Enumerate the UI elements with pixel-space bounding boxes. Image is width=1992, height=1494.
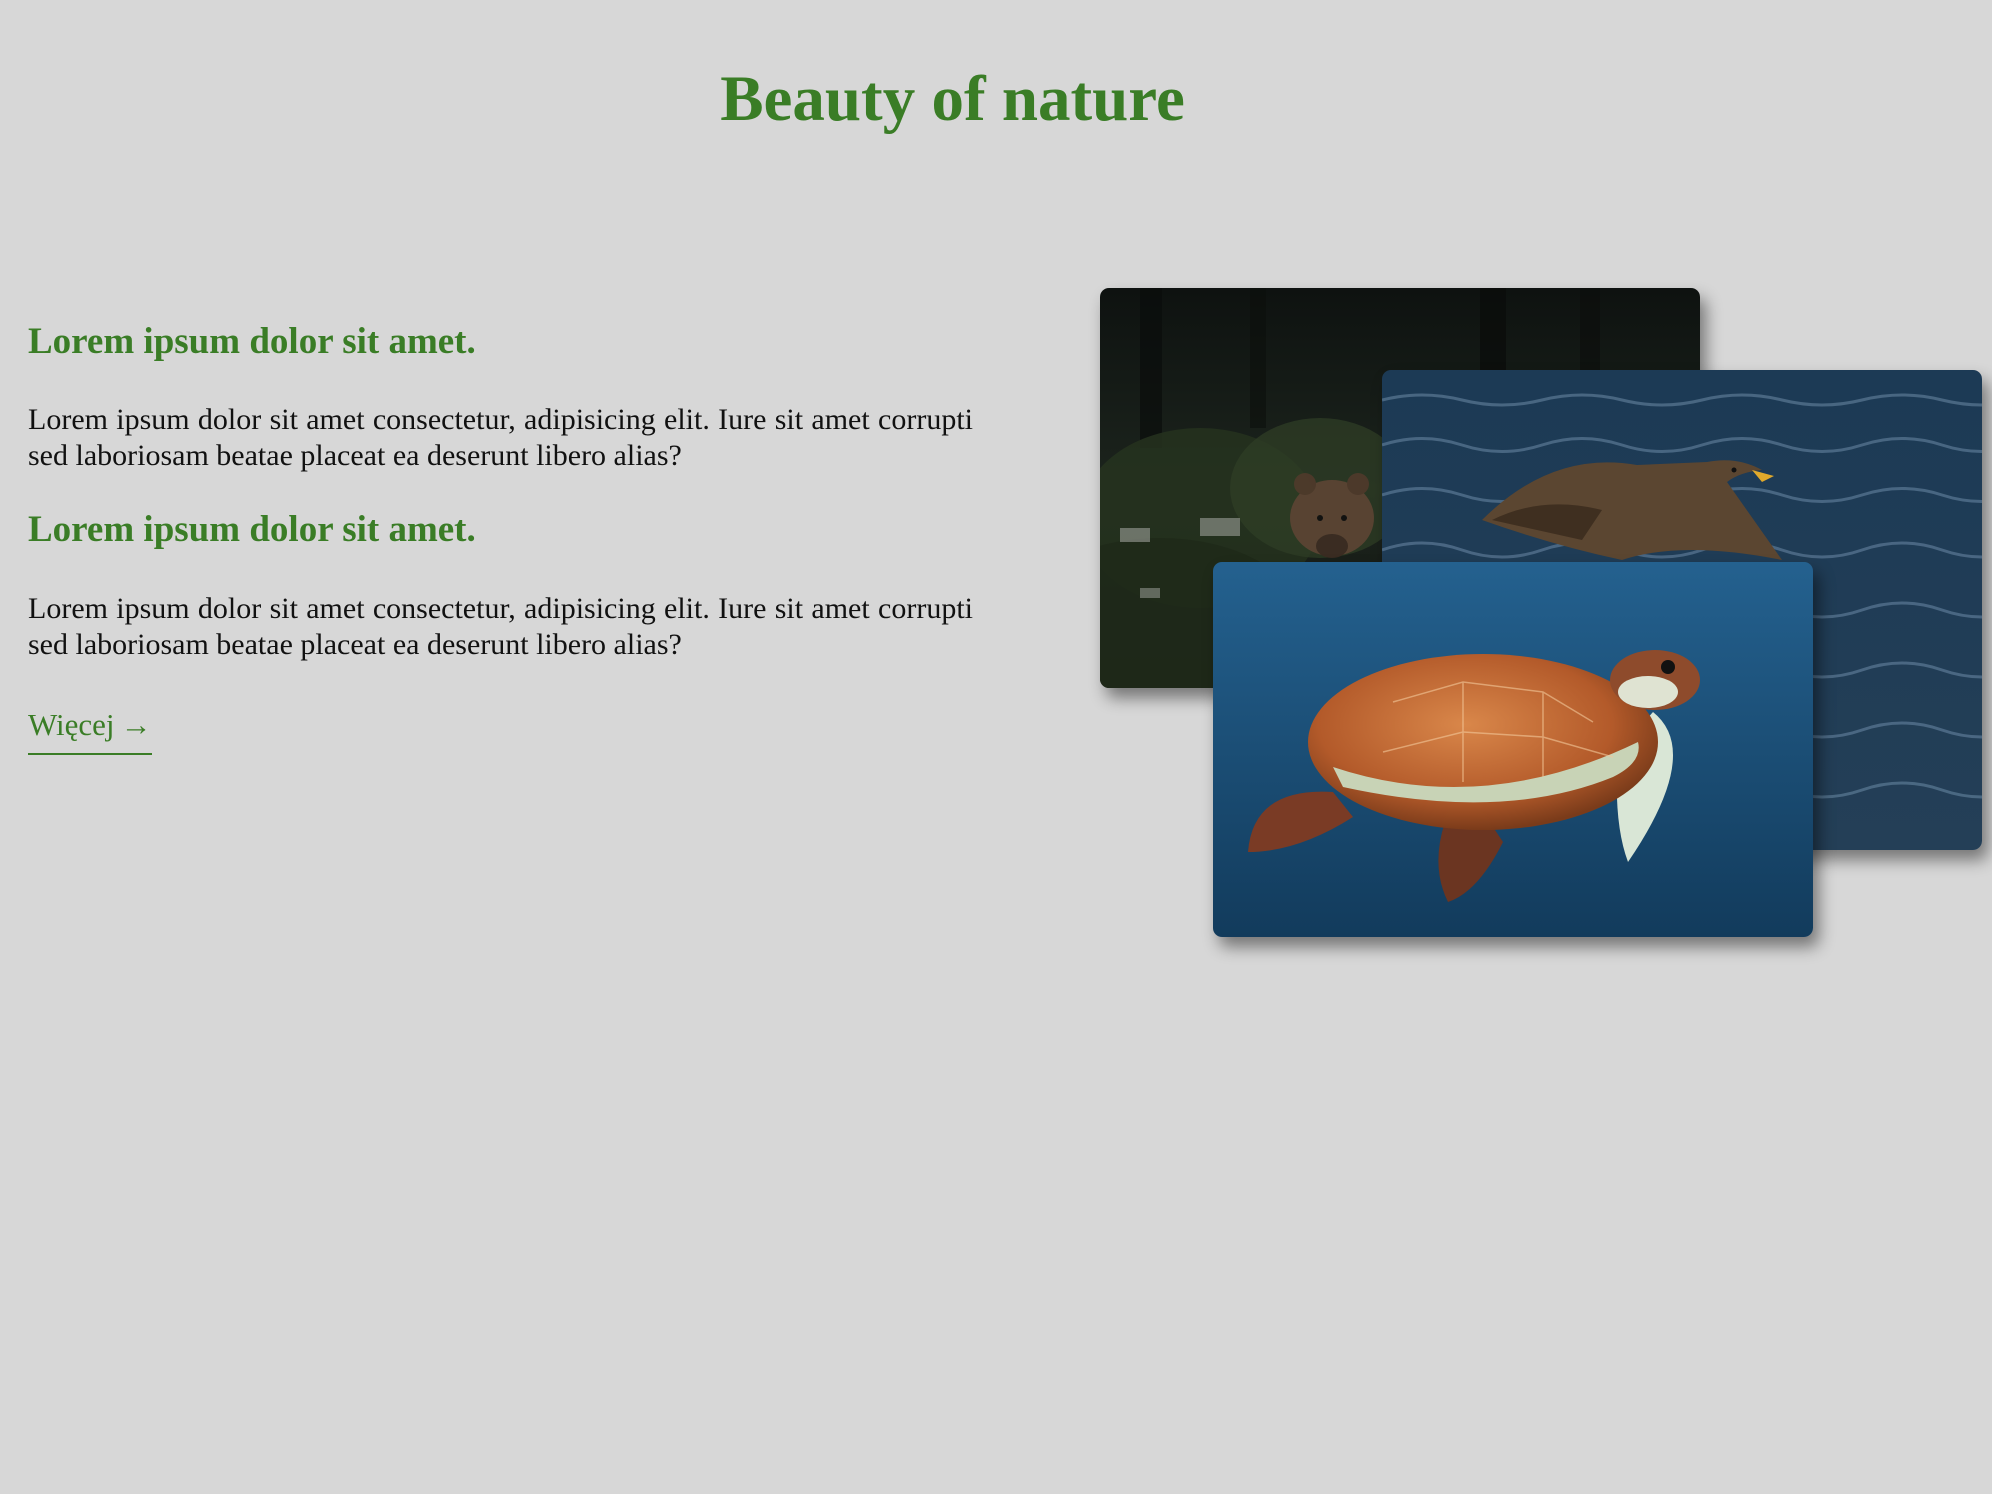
section-heading-1: Lorem ipsum dolor sit amet. [28,321,476,362]
more-link[interactable]: Więcej → [28,707,152,755]
photo-turtle [1213,562,1813,937]
arrow-right-icon: → [120,706,152,742]
section-body-2: Lorem ipsum dolor sit amet consectetur, … [28,591,973,661]
page-title: Beauty of nature [720,63,1185,135]
content-column: Lorem ipsum dolor sit amet. Lorem ipsum … [28,320,973,755]
section-body-1: Lorem ipsum dolor sit amet consectetur, … [28,403,973,473]
more-link-label: Więcej [28,706,115,742]
section-heading-2: Lorem ipsum dolor sit amet. [28,509,476,551]
